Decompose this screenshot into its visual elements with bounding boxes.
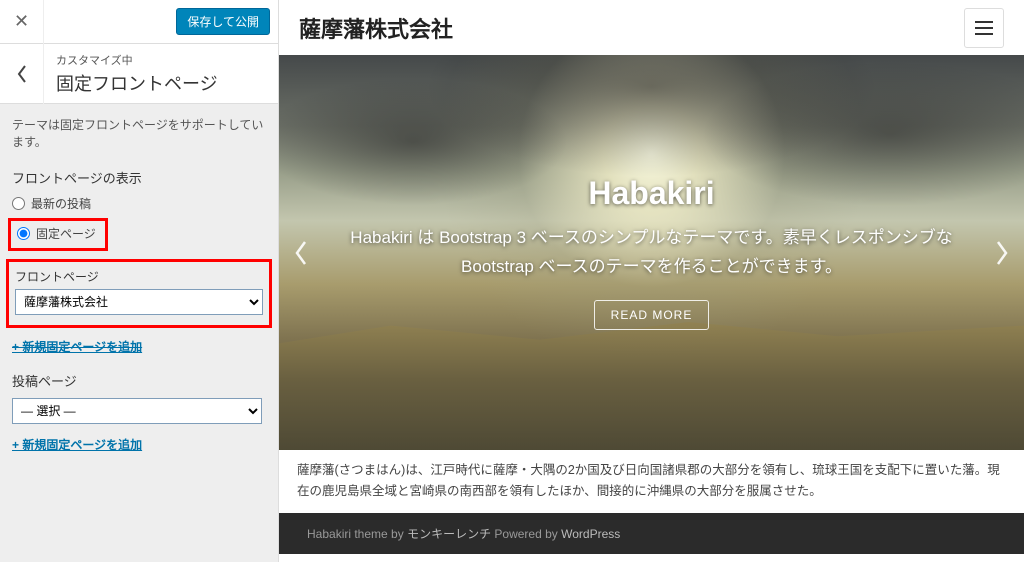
frontpage-select[interactable]: 薩摩藩株式会社 [15,289,263,315]
site-footer: Habakiri theme by モンキーレンチ Powered by Wor… [279,513,1024,554]
customizer-sidebar: ✕ 保存して公開 カスタマイズ中 固定フロントページ テーマは固定フロントページ… [0,0,279,562]
add-posts-page-link[interactable]: + 新規固定ページを追加 [0,430,278,459]
radio-static-page[interactable]: 固定ページ [17,225,99,242]
frontpage-display-label: フロントページの表示 [0,162,278,191]
menu-toggle-button[interactable] [964,8,1004,48]
chevron-left-icon [15,63,29,85]
hero-title: Habakiri [588,175,714,212]
close-icon[interactable]: ✕ [0,0,44,44]
radio-latest-posts[interactable]: 最新の投稿 [0,191,278,216]
radio-latest-posts-input[interactable] [12,197,25,210]
posts-page-label: 投稿ページ [0,361,278,394]
footer-theme-prefix: Habakiri theme [307,527,391,541]
site-title[interactable]: 薩摩藩株式会社 [299,12,453,44]
customizing-label: カスタマイズ中 [56,52,218,68]
section-header: カスタマイズ中 固定フロントページ [0,44,278,104]
section-description: テーマは固定フロントページをサポートしています。 [0,104,278,162]
radio-static-page-input[interactable] [17,227,30,240]
hero-slider: Habakiri Habakiri は Bootstrap 3 ベースのシンプル… [279,55,1024,450]
site-header: 薩摩藩株式会社 [279,0,1024,55]
highlight-frontpage-select: フロントページ 薩摩藩株式会社 [6,259,272,328]
hero-description: Habakiri は Bootstrap 3 ベースのシンプルなテーマです。素早… [342,224,962,282]
customizer-top-bar: ✕ 保存して公開 [0,0,278,44]
footer-by: by [391,527,407,541]
hero-content: Habakiri Habakiri は Bootstrap 3 ベースのシンプル… [279,55,1024,450]
radio-latest-posts-label: 最新の投稿 [31,195,91,212]
highlight-static-page: 固定ページ [8,218,108,251]
back-button[interactable] [0,44,44,104]
hamburger-icon [975,27,993,29]
footer-powered: Powered by [491,527,561,541]
radio-static-page-label: 固定ページ [36,225,96,242]
footer-wordpress-link[interactable]: WordPress [561,527,620,541]
section-title: 固定フロントページ [56,70,218,96]
read-more-button[interactable]: READ MORE [594,300,710,330]
article-body: 薩摩藩(さつまはん)は、江戸時代に薩摩・大隅の2か国及び日向国諸県郡の大部分を領… [279,450,1024,513]
posts-page-select[interactable]: — 選択 — [12,398,262,424]
footer-author-link[interactable]: モンキーレンチ [407,527,491,541]
save-publish-button[interactable]: 保存して公開 [176,8,270,35]
site-preview: 薩摩藩株式会社 Habakiri Habakiri は Bootstrap 3 … [279,0,1024,562]
add-frontpage-link[interactable]: + 新規固定ページを追加 [0,332,278,361]
frontpage-select-label: フロントページ [15,268,263,285]
